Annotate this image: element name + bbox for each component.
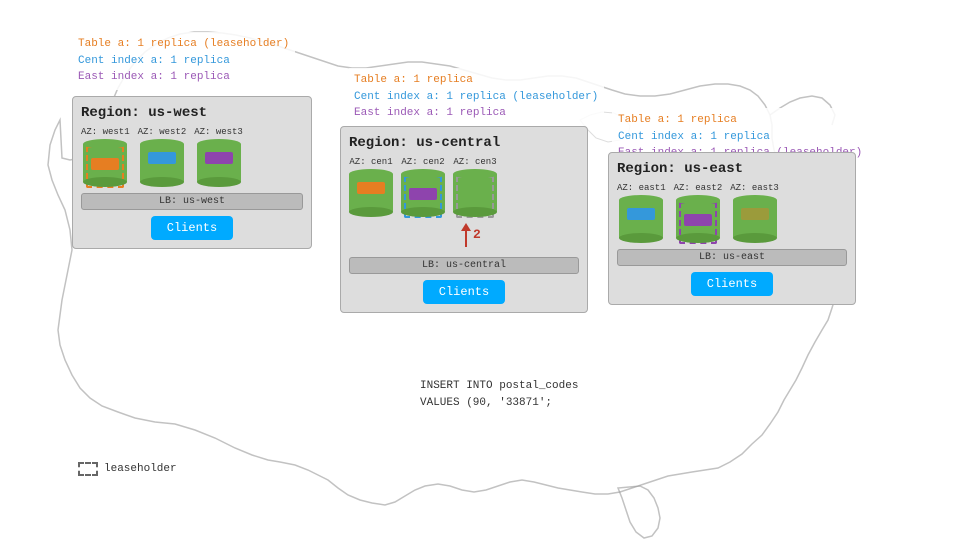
az-west2: AZ: west2 bbox=[138, 127, 187, 187]
az-cen3: AZ: cen3 bbox=[453, 157, 497, 217]
region-west-panel: Region: us-west AZ: west1 AZ: west2 bbox=[72, 96, 312, 249]
sql-line2: VALUES (90, '33871'; bbox=[420, 395, 578, 412]
cyl-top-cen3 bbox=[453, 169, 497, 179]
region-central-panel: Region: us-central AZ: cen1 AZ: cen2 bbox=[340, 126, 588, 313]
cyl-bottom-west3 bbox=[197, 177, 241, 187]
cylinder-west2 bbox=[140, 139, 184, 187]
az-cen3-label: AZ: cen3 bbox=[453, 157, 496, 167]
cyl-top-cen1 bbox=[349, 169, 393, 179]
az-row-west: AZ: west1 AZ: west2 AZ: w bbox=[81, 127, 303, 187]
region-west-title: Region: us-west bbox=[81, 105, 303, 121]
cyl-bottom-west1 bbox=[83, 177, 127, 187]
info-west-line1: Table a: 1 replica (leaseholder) bbox=[78, 36, 289, 53]
az-west1-label: AZ: west1 bbox=[81, 127, 130, 137]
cylinder-east2 bbox=[676, 195, 720, 243]
arrow-head bbox=[461, 223, 471, 231]
az-west3-label: AZ: west3 bbox=[194, 127, 243, 137]
cyl-bottom-east2 bbox=[676, 233, 720, 243]
az-row-central: AZ: cen1 AZ: cen2 AZ: cen bbox=[349, 157, 579, 217]
cyl-bottom-cen3 bbox=[453, 207, 497, 217]
cyl-top-east2 bbox=[676, 195, 720, 205]
info-west-line2: Cent index a: 1 replica bbox=[78, 53, 289, 70]
az-cen1-label: AZ: cen1 bbox=[349, 157, 392, 167]
arrow-label: 2 bbox=[473, 227, 481, 242]
region-east-panel: Region: us-east AZ: east1 AZ: east2 bbox=[608, 152, 856, 305]
clients-central-button[interactable]: Clients bbox=[423, 280, 505, 304]
stripe-orange-faint-east3 bbox=[741, 208, 769, 220]
info-central-line3: East index a: 1 replica bbox=[354, 105, 598, 122]
az-east3-label: AZ: east3 bbox=[730, 183, 779, 193]
info-east-line2: Cent index a: 1 replica bbox=[618, 129, 862, 146]
cyl-top-west3 bbox=[197, 139, 241, 149]
cyl-top-east1 bbox=[619, 195, 663, 205]
cyl-top-cen2 bbox=[401, 169, 445, 179]
info-east-line1: Table a: 1 replica bbox=[618, 112, 862, 129]
cylinder-east3 bbox=[733, 195, 777, 243]
stripe-purple-west3 bbox=[205, 152, 233, 164]
lb-central: LB: us-central bbox=[349, 257, 579, 274]
legend: leaseholder bbox=[78, 462, 177, 476]
info-west-line3: East index a: 1 replica bbox=[78, 69, 289, 86]
lb-west: LB: us-west bbox=[81, 193, 303, 210]
arrow-stem bbox=[465, 231, 467, 247]
az-cen2-label: AZ: cen2 bbox=[401, 157, 444, 167]
stripe-orange-cen1 bbox=[357, 182, 385, 194]
cyl-bottom-west2 bbox=[140, 177, 184, 187]
az-east2-label: AZ: east2 bbox=[674, 183, 723, 193]
info-box-central: Table a: 1 replica Cent index a: 1 repli… bbox=[348, 68, 604, 126]
region-central-title: Region: us-central bbox=[349, 135, 579, 151]
cylinder-cen2 bbox=[401, 169, 445, 217]
cylinder-east1 bbox=[619, 195, 663, 243]
info-central-line1: Table a: 1 replica bbox=[354, 72, 598, 89]
stripe-blue-east1 bbox=[627, 208, 655, 220]
az-east1: AZ: east1 bbox=[617, 183, 666, 243]
legend-icon bbox=[78, 462, 98, 476]
az-east3: AZ: east3 bbox=[730, 183, 779, 243]
cyl-bottom-east3 bbox=[733, 233, 777, 243]
az-cen2: AZ: cen2 bbox=[401, 157, 445, 217]
cylinder-cen3 bbox=[453, 169, 497, 217]
sql-block: INSERT INTO postal_codes VALUES (90, '33… bbox=[420, 378, 578, 411]
cyl-bottom-cen1 bbox=[349, 207, 393, 217]
az-west1: AZ: west1 bbox=[81, 127, 130, 187]
cyl-bottom-east1 bbox=[619, 233, 663, 243]
az-east2: AZ: east2 bbox=[674, 183, 723, 243]
az-west3: AZ: west3 bbox=[194, 127, 243, 187]
az-cen1: AZ: cen1 bbox=[349, 157, 393, 217]
lb-east: LB: us-east bbox=[617, 249, 847, 266]
cyl-top-east3 bbox=[733, 195, 777, 205]
cyl-top-west1 bbox=[83, 139, 127, 149]
info-central-line2: Cent index a: 1 replica (leaseholder) bbox=[354, 89, 598, 106]
sql-line1: INSERT INTO postal_codes bbox=[420, 378, 578, 395]
clients-west-button[interactable]: Clients bbox=[151, 216, 233, 240]
cyl-top-west2 bbox=[140, 139, 184, 149]
clients-east-button[interactable]: Clients bbox=[691, 272, 773, 296]
cylinder-west3 bbox=[197, 139, 241, 187]
legend-label: leaseholder bbox=[104, 463, 177, 475]
stripe-blue-west2 bbox=[148, 152, 176, 164]
cyl-bottom-cen2 bbox=[401, 207, 445, 217]
cylinder-west1 bbox=[83, 139, 127, 187]
region-east-title: Region: us-east bbox=[617, 161, 847, 177]
az-row-east: AZ: east1 AZ: east2 AZ: e bbox=[617, 183, 847, 243]
az-west2-label: AZ: west2 bbox=[138, 127, 187, 137]
az-east1-label: AZ: east1 bbox=[617, 183, 666, 193]
cylinder-cen1 bbox=[349, 169, 393, 217]
info-box-west: Table a: 1 replica (leaseholder) Cent in… bbox=[72, 32, 295, 90]
